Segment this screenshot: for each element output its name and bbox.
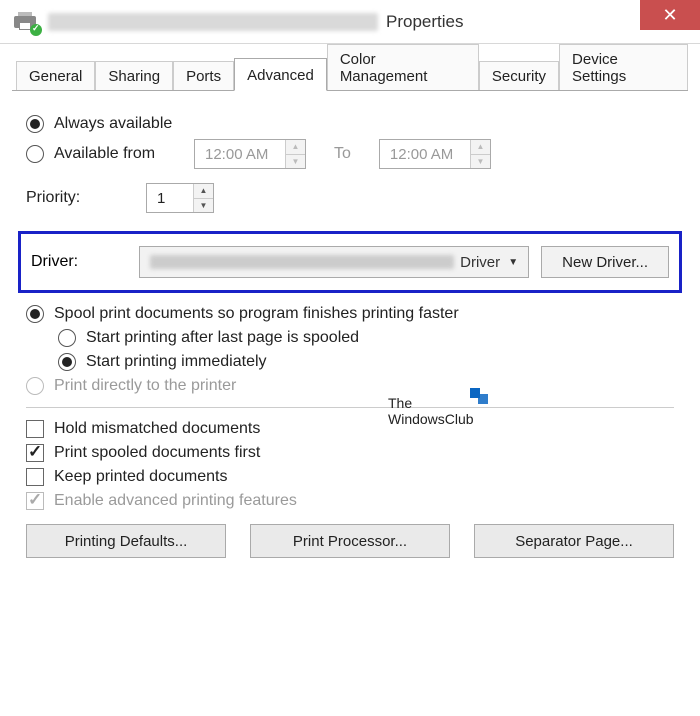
radio-spool-documents[interactable] xyxy=(26,305,44,323)
printer-icon xyxy=(12,10,40,34)
time-from-input[interactable] xyxy=(195,140,285,168)
driver-name-redacted xyxy=(150,255,454,269)
chevron-down-icon[interactable]: ▼ xyxy=(194,198,213,213)
driver-highlight: Driver: Driver ▼ New Driver... xyxy=(18,231,682,293)
chevron-up-icon[interactable]: ▲ xyxy=(471,140,490,154)
print-processor-button[interactable]: Print Processor... xyxy=(250,524,450,558)
separator-page-button[interactable]: Separator Page... xyxy=(474,524,674,558)
radio-start-immediately[interactable] xyxy=(58,353,76,371)
tab-general[interactable]: General xyxy=(16,61,95,90)
tab-ports[interactable]: Ports xyxy=(173,61,234,90)
radio-start-after-spooled[interactable] xyxy=(58,329,76,347)
time-to-input[interactable] xyxy=(380,140,470,168)
label-spool-documents: Spool print documents so program finishe… xyxy=(54,305,459,323)
label-enable-advanced: Enable advanced printing features xyxy=(54,492,297,510)
label-print-spooled-first: Print spooled documents first xyxy=(54,444,260,462)
tab-device-settings[interactable]: Device Settings xyxy=(559,44,688,90)
label-always-available: Always available xyxy=(54,115,172,133)
priority-spinner[interactable]: ▲▼ xyxy=(146,183,214,213)
titlebar: Properties ✕ xyxy=(0,0,700,44)
chevron-up-icon[interactable]: ▲ xyxy=(286,140,305,154)
new-driver-button[interactable]: New Driver... xyxy=(541,246,669,278)
tab-advanced[interactable]: Advanced xyxy=(234,58,327,91)
label-start-after-spooled: Start printing after last page is spoole… xyxy=(86,329,359,347)
chevron-down-icon[interactable]: ▼ xyxy=(286,154,305,169)
window-title: Properties xyxy=(386,12,463,32)
title-redacted xyxy=(48,13,378,31)
label-print-direct: Print directly to the printer xyxy=(54,377,236,395)
chevron-down-icon: ▼ xyxy=(508,257,518,268)
tab-color-management[interactable]: Color Management xyxy=(327,44,479,90)
driver-combobox[interactable]: Driver ▼ xyxy=(139,246,529,278)
checkbox-keep-printed[interactable] xyxy=(26,468,44,486)
checkbox-hold-mismatched[interactable] xyxy=(26,420,44,438)
radio-print-direct[interactable] xyxy=(26,377,44,395)
label-hold-mismatched: Hold mismatched documents xyxy=(54,420,260,438)
time-to-spinner[interactable]: ▲▼ xyxy=(379,139,491,169)
tab-strip: General Sharing Ports Advanced Color Man… xyxy=(12,56,688,91)
close-button[interactable]: ✕ xyxy=(640,0,700,30)
priority-input[interactable] xyxy=(147,184,193,212)
printing-defaults-button[interactable]: Printing Defaults... xyxy=(26,524,226,558)
chevron-down-icon[interactable]: ▼ xyxy=(471,154,490,169)
tab-security[interactable]: Security xyxy=(479,61,559,90)
advanced-panel: Always available Available from ▲▼ To ▲▼… xyxy=(0,91,700,568)
tab-sharing[interactable]: Sharing xyxy=(95,61,173,90)
checkbox-enable-advanced[interactable] xyxy=(26,492,44,510)
watermark-text: The WindowsClub xyxy=(388,395,474,427)
checkbox-print-spooled-first[interactable] xyxy=(26,444,44,462)
driver-combo-text: Driver xyxy=(460,254,500,271)
time-from-spinner[interactable]: ▲▼ xyxy=(194,139,306,169)
label-priority: Priority: xyxy=(26,189,146,207)
separator xyxy=(26,407,674,408)
radio-always-available[interactable] xyxy=(26,115,44,133)
label-available-from: Available from xyxy=(54,145,194,163)
label-start-immediately: Start printing immediately xyxy=(86,353,267,371)
close-icon: ✕ xyxy=(662,5,677,26)
radio-available-from[interactable] xyxy=(26,145,44,163)
chevron-up-icon[interactable]: ▲ xyxy=(194,184,213,198)
label-keep-printed: Keep printed documents xyxy=(54,468,227,486)
label-to: To xyxy=(334,145,351,163)
label-driver: Driver: xyxy=(31,253,139,271)
